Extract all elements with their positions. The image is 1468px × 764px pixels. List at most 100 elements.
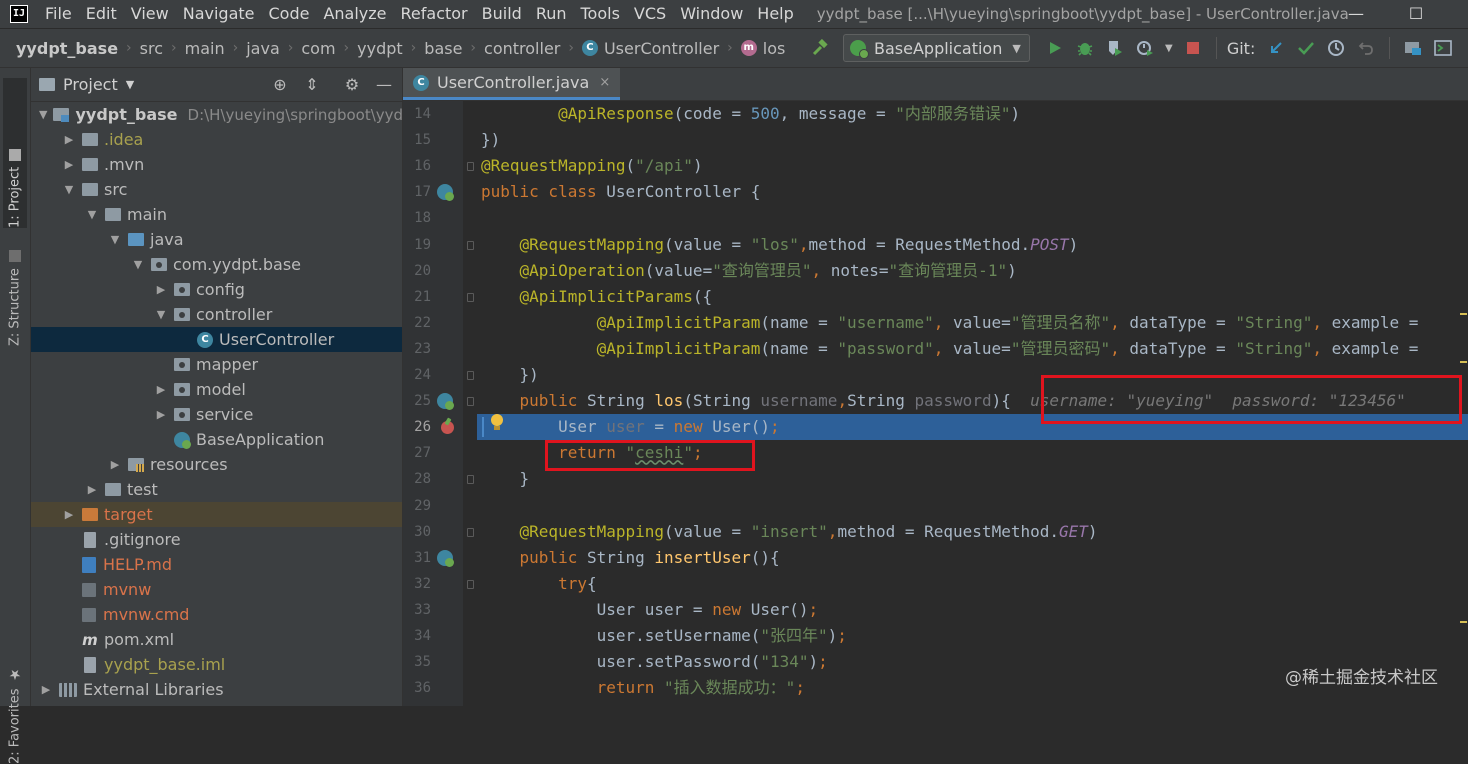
run-configuration-select[interactable]: BaseApplication ▼ bbox=[843, 34, 1030, 62]
tree-item-java[interactable]: ▼ java bbox=[31, 227, 402, 252]
tree-item-gitignore[interactable]: ▶.gitignore bbox=[31, 527, 402, 552]
project-structure-icon[interactable] bbox=[1400, 35, 1426, 61]
run-icon[interactable] bbox=[1042, 35, 1068, 61]
menu-window[interactable]: Window bbox=[673, 0, 750, 28]
chevron-right-icon[interactable]: ▶ bbox=[108, 458, 122, 471]
chevron-down-icon[interactable]: ▼ bbox=[154, 308, 168, 321]
menu-run[interactable]: Run bbox=[529, 0, 574, 28]
menu-code[interactable]: Code bbox=[262, 0, 317, 28]
chevron-right-icon[interactable]: ▶ bbox=[154, 408, 168, 421]
git-revert-icon[interactable] bbox=[1353, 35, 1379, 61]
build-hammer-icon[interactable] bbox=[807, 35, 833, 61]
menu-tools[interactable]: Tools bbox=[574, 0, 627, 28]
favorites-tool-tab[interactable]: 2: Favorites ★ bbox=[3, 664, 27, 764]
tree-item-service[interactable]: ▶ service bbox=[31, 402, 402, 427]
tree-item-baseapplication[interactable]: ▶BaseApplication bbox=[31, 427, 402, 452]
collapse-all-icon[interactable]: ⇕ bbox=[301, 74, 323, 96]
git-history-icon[interactable] bbox=[1323, 35, 1349, 61]
fold-marker-icon[interactable] bbox=[467, 371, 474, 380]
breadcrumb-item-los[interactable]: m los bbox=[740, 39, 785, 58]
chevron-right-icon[interactable]: ▶ bbox=[85, 483, 99, 496]
tree-item-test[interactable]: ▶ test bbox=[31, 477, 402, 502]
chevron-down-icon[interactable]: ▼ bbox=[85, 208, 99, 221]
chevron-down-icon[interactable]: ▼ bbox=[39, 108, 47, 121]
tree-item-config[interactable]: ▶ config bbox=[31, 277, 402, 302]
menu-help[interactable]: Help bbox=[750, 0, 800, 28]
fold-marker-icon[interactable] bbox=[467, 162, 474, 172]
tree-item-pom-xml[interactable]: ▶mpom.xml bbox=[31, 627, 402, 652]
chevron-right-icon[interactable]: ▶ bbox=[39, 683, 53, 696]
menu-edit[interactable]: Edit bbox=[79, 0, 124, 28]
chevron-right-icon[interactable]: ▶ bbox=[154, 283, 168, 296]
breadcrumb-item-yydpt[interactable]: yydpt bbox=[357, 39, 403, 58]
tree-item-mvnw[interactable]: ▶mvnw bbox=[31, 577, 402, 602]
tree-item-target[interactable]: ▶ target bbox=[31, 502, 402, 527]
debug-icon[interactable] bbox=[1072, 35, 1098, 61]
breadcrumb-item-controller[interactable]: controller bbox=[484, 39, 560, 58]
tree-item-mvn[interactable]: ▶ .mvn bbox=[31, 152, 402, 177]
chevron-right-icon[interactable]: ▶ bbox=[62, 508, 76, 521]
fold-marker-icon[interactable] bbox=[467, 579, 474, 589]
chevron-down-icon[interactable]: ▼ bbox=[62, 183, 76, 196]
git-commit-icon[interactable] bbox=[1293, 35, 1319, 61]
tree-item-com-yydpt-base[interactable]: ▼ com.yydpt.base bbox=[31, 252, 402, 277]
close-tab-icon[interactable]: × bbox=[599, 75, 610, 90]
menu-analyze[interactable]: Analyze bbox=[316, 0, 393, 28]
menu-refactor[interactable]: Refactor bbox=[394, 0, 475, 28]
maximize-button[interactable]: ☐ bbox=[1396, 0, 1436, 28]
breadcrumb-item-usercontroller[interactable]: C UserController bbox=[581, 39, 719, 58]
tree-item-resources[interactable]: ▶ resources bbox=[31, 452, 402, 477]
tree-item-mapper[interactable]: ▶mapper bbox=[31, 352, 402, 377]
tree-item-yydpt-base-iml[interactable]: ▶yydpt_base.iml bbox=[31, 652, 402, 677]
stop-icon[interactable] bbox=[1180, 35, 1206, 61]
git-update-icon[interactable] bbox=[1263, 35, 1289, 61]
fold-marker-icon[interactable] bbox=[467, 397, 474, 407]
minimize-button[interactable]: — bbox=[1336, 0, 1376, 28]
menu-navigate[interactable]: Navigate bbox=[176, 0, 262, 28]
chevron-right-icon[interactable]: ▶ bbox=[62, 158, 76, 171]
menu-file[interactable]: File bbox=[38, 0, 79, 28]
fold-marker-icon[interactable] bbox=[467, 527, 474, 537]
profile-icon[interactable] bbox=[1132, 35, 1158, 61]
intention-bulb-icon[interactable] bbox=[490, 414, 504, 431]
coverage-icon[interactable] bbox=[1102, 35, 1128, 61]
tree-item-yydpt-base[interactable]: ▼ yydpt_base D:\H\yueying\springboot\yydpt… bbox=[31, 102, 402, 127]
breadcrumb-item-base[interactable]: base bbox=[424, 39, 462, 58]
fold-marker-icon[interactable] bbox=[467, 292, 474, 302]
chevron-right-icon[interactable]: ▶ bbox=[154, 383, 168, 396]
tree-item-src[interactable]: ▼ src bbox=[31, 177, 402, 202]
chevron-down-icon[interactable]: ▼ bbox=[108, 233, 122, 246]
terminal-layout-icon[interactable] bbox=[1430, 35, 1456, 61]
tree-item-model[interactable]: ▶ model bbox=[31, 377, 402, 402]
hide-panel-icon[interactable]: — bbox=[373, 74, 395, 96]
tree-item-idea[interactable]: ▶ .idea bbox=[31, 127, 402, 152]
project-view-selector[interactable]: Project ▼ bbox=[39, 75, 134, 94]
tree-item-usercontroller[interactable]: ▶CUserController bbox=[31, 327, 402, 352]
project-tool-tab[interactable]: 1: Project bbox=[3, 78, 27, 228]
tree-item-help-md[interactable]: ▶HELP.md bbox=[31, 552, 402, 577]
structure-tool-tab[interactable]: Z: Structure bbox=[3, 246, 27, 346]
tree-item-external-libraries[interactable]: ▶ External Libraries bbox=[31, 677, 402, 702]
menu-view[interactable]: View bbox=[124, 0, 176, 28]
chevron-down-icon[interactable]: ▼ bbox=[131, 258, 145, 271]
gear-icon[interactable]: ⚙ bbox=[341, 74, 363, 96]
fold-marker-icon[interactable] bbox=[467, 475, 474, 485]
tree-item-main[interactable]: ▼ main bbox=[31, 202, 402, 227]
spring-bean-gutter-icon[interactable] bbox=[437, 393, 454, 411]
breadcrumb-item-com[interactable]: com bbox=[301, 39, 335, 58]
profile-dropdown-icon[interactable]: ▼ bbox=[1162, 35, 1176, 61]
fold-marker-icon[interactable] bbox=[467, 240, 474, 250]
tree-item-controller[interactable]: ▼ controller bbox=[31, 302, 402, 327]
spring-bean-gutter-icon[interactable] bbox=[437, 549, 454, 567]
breadcrumb-item-yydpt_base[interactable]: yydpt_base bbox=[16, 39, 118, 58]
chevron-right-icon[interactable]: ▶ bbox=[62, 133, 76, 146]
breadcrumb-item-java[interactable]: java bbox=[246, 39, 280, 58]
menu-vcs[interactable]: VCS bbox=[627, 0, 673, 28]
breadcrumb-item-main[interactable]: main bbox=[185, 39, 225, 58]
tab-usercontroller-java[interactable]: C UserController.java × bbox=[403, 68, 621, 100]
spring-bean-gutter-icon[interactable] bbox=[437, 184, 454, 202]
locate-file-icon[interactable]: ⊕ bbox=[269, 74, 291, 96]
tree-item-mvnw-cmd[interactable]: ▶mvnw.cmd bbox=[31, 602, 402, 627]
breadcrumb-item-src[interactable]: src bbox=[140, 39, 163, 58]
menu-build[interactable]: Build bbox=[475, 0, 529, 28]
